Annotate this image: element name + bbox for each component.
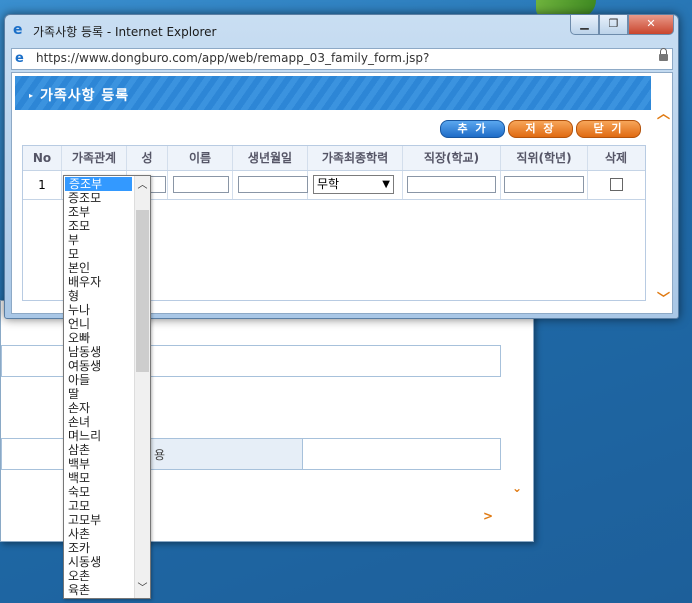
dropdown-option[interactable]: 아들 <box>64 373 136 387</box>
background-field-label-cell <box>142 439 303 469</box>
col-education: 가족최종학력 <box>308 146 403 170</box>
url-text[interactable]: https://www.dongburo.com/app/web/remapp_… <box>36 51 429 65</box>
close-button[interactable]: 닫 기 <box>576 120 641 138</box>
chevron-up-icon[interactable]: ︿ <box>135 178 150 193</box>
triangle-right-icon: ▸ <box>29 91 35 100</box>
scrollbar-thumb[interactable] <box>136 210 149 372</box>
dropdown-option[interactable]: 조부 <box>64 205 136 219</box>
page-ie-icon: e <box>15 51 24 66</box>
col-no: No <box>23 146 62 170</box>
dropdown-option[interactable]: 누나 <box>64 303 136 317</box>
dropdown-scrollbar[interactable]: ︿ ﹀ <box>134 176 150 598</box>
birth-date-input[interactable] <box>238 176 308 193</box>
scroll-up-icon[interactable]: ︿ <box>657 103 670 122</box>
dropdown-option[interactable]: 오촌 <box>64 569 136 583</box>
dropdown-option[interactable]: 여동생 <box>64 359 136 373</box>
name-cell <box>168 171 233 199</box>
dropdown-option[interactable]: 손자 <box>64 401 136 415</box>
dropdown-option[interactable]: 오빠 <box>64 331 136 345</box>
page-title-text: 가족사항 등록 <box>40 88 130 104</box>
dropdown-option[interactable]: 배우자 <box>64 275 136 289</box>
chevron-right-icon[interactable]: > <box>483 509 493 523</box>
workplace-cell <box>403 171 501 199</box>
dropdown-options: 증조부 증조모 조부 조모 부 모 본인 배우자 형 누나 언니 오빠 남동생 여동생 아들 딸 손자 손녀 며느리… <box>64 177 136 597</box>
row-number: 1 <box>23 171 62 199</box>
chevron-down-icon[interactable]: ⌄ <box>512 481 522 495</box>
dropdown-option[interactable]: 부 <box>64 233 136 247</box>
dropdown-option[interactable]: 증조부 <box>65 177 132 191</box>
dropdown-option[interactable]: 언니 <box>64 317 136 331</box>
dropdown-option[interactable]: 딸 <box>64 387 136 401</box>
dropdown-option[interactable]: 사촌 <box>64 527 136 541</box>
dropdown-option[interactable]: 고모부 <box>64 513 136 527</box>
header-band: ▸ 가족사항 등록 <box>15 76 651 110</box>
dropdown-option[interactable]: 본인 <box>64 261 136 275</box>
education-select[interactable]: 무학 ▼ <box>313 175 394 194</box>
name-input[interactable] <box>173 176 229 193</box>
title-bar[interactable]: e 가족사항 등록 - Internet Explorer ▁ ❐ ✕ <box>5 15 678 45</box>
dropdown-option[interactable]: 증조모 <box>64 191 136 205</box>
col-surname: 성 <box>127 146 168 170</box>
chevron-down-icon: ▼ <box>382 179 390 190</box>
address-bar[interactable]: e https://www.dongburo.com/app/web/remap… <box>11 48 673 70</box>
col-workplace: 직장(학교) <box>403 146 501 170</box>
delete-checkbox[interactable] <box>610 178 623 191</box>
add-button[interactable]: 추 가 <box>440 120 505 138</box>
dropdown-option[interactable]: 며느리 <box>64 429 136 443</box>
workplace-input[interactable] <box>407 176 496 193</box>
col-delete: 삭제 <box>604 151 628 165</box>
ie-logo-icon: e <box>13 22 23 38</box>
dropdown-option[interactable]: 숙모 <box>64 485 136 499</box>
dropdown-option[interactable]: 고모 <box>64 499 136 513</box>
dropdown-option[interactable]: 육촌 <box>64 583 136 597</box>
dropdown-option[interactable]: 남동생 <box>64 345 136 359</box>
col-name: 이름 <box>168 146 233 170</box>
dropdown-option[interactable]: 모 <box>64 247 136 261</box>
dropdown-option[interactable]: 형 <box>64 289 136 303</box>
col-position: 직위(학년) <box>501 146 588 170</box>
table-header: No 가족관계 성 이름 생년월일 가족최종학력 직장(학교) 직위(학년) 삭… <box>23 146 645 171</box>
save-button[interactable]: 저 장 <box>508 120 573 138</box>
birth-cell <box>233 171 308 199</box>
minimize-button[interactable]: ▁ <box>570 15 599 35</box>
background-scrollbar[interactable] <box>506 301 532 541</box>
page-title: ▸ 가족사항 등록 <box>29 85 129 105</box>
restore-button[interactable]: ❐ <box>599 15 628 35</box>
dropdown-option[interactable]: 백부 <box>64 457 136 471</box>
position-input[interactable] <box>504 176 584 193</box>
background-field-text: 용 <box>154 448 166 462</box>
window-title: 가족사항 등록 - Internet Explorer <box>33 25 217 39</box>
scroll-down-icon[interactable]: ﹀ <box>657 288 670 307</box>
dropdown-option[interactable]: 시동생 <box>64 555 136 569</box>
lock-icon[interactable] <box>659 48 668 62</box>
relation-dropdown-list[interactable]: 증조부 증조모 조부 조모 부 모 본인 배우자 형 누나 언니 오빠 남동생 여동생 아들 딸 손자 손녀 며느리… <box>63 175 151 599</box>
position-cell <box>501 171 588 199</box>
dropdown-option[interactable]: 손녀 <box>64 415 136 429</box>
dropdown-option[interactable]: 백모 <box>64 471 136 485</box>
dropdown-option[interactable]: 조카 <box>64 541 136 555</box>
chevron-down-icon[interactable]: ﹀ <box>135 581 150 596</box>
col-relation: 가족관계 <box>62 146 127 170</box>
col-birth: 생년월일 <box>233 146 308 170</box>
education-select-value: 무학 <box>317 177 340 191</box>
delete-cell <box>588 171 644 199</box>
education-cell: 무학 ▼ <box>308 171 403 199</box>
dropdown-option[interactable]: 조모 <box>64 219 136 233</box>
window-controls: ▁ ❐ ✕ <box>570 15 674 35</box>
close-window-button[interactable]: ✕ <box>628 15 674 35</box>
dropdown-option[interactable]: 삼촌 <box>64 443 136 457</box>
